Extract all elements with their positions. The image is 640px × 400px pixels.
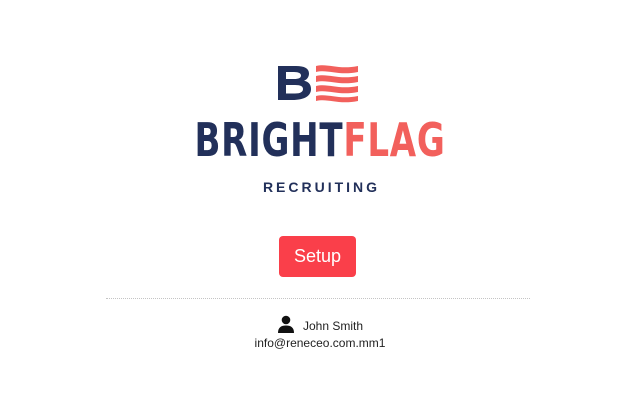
brand-tagline: RECRUITING (262, 179, 381, 195)
brand-name-bright: BRIGHT (194, 113, 344, 167)
user-name: John Smith (302, 318, 364, 333)
user-icon (277, 315, 294, 333)
brightflag-logo-icon (278, 65, 358, 103)
brand-wordmark: BRIGHTFLAG (83, 114, 557, 166)
setup-page: BRIGHTFLAG RECRUITING Setup John Smith i… (0, 0, 640, 400)
setup-button[interactable]: Setup (279, 236, 356, 277)
user-email: info@reneceo.com.mm1 (254, 336, 386, 350)
section-divider (106, 298, 530, 299)
user-info: John Smith (0, 313, 640, 335)
brand-name-flag: FLAG (343, 113, 446, 167)
